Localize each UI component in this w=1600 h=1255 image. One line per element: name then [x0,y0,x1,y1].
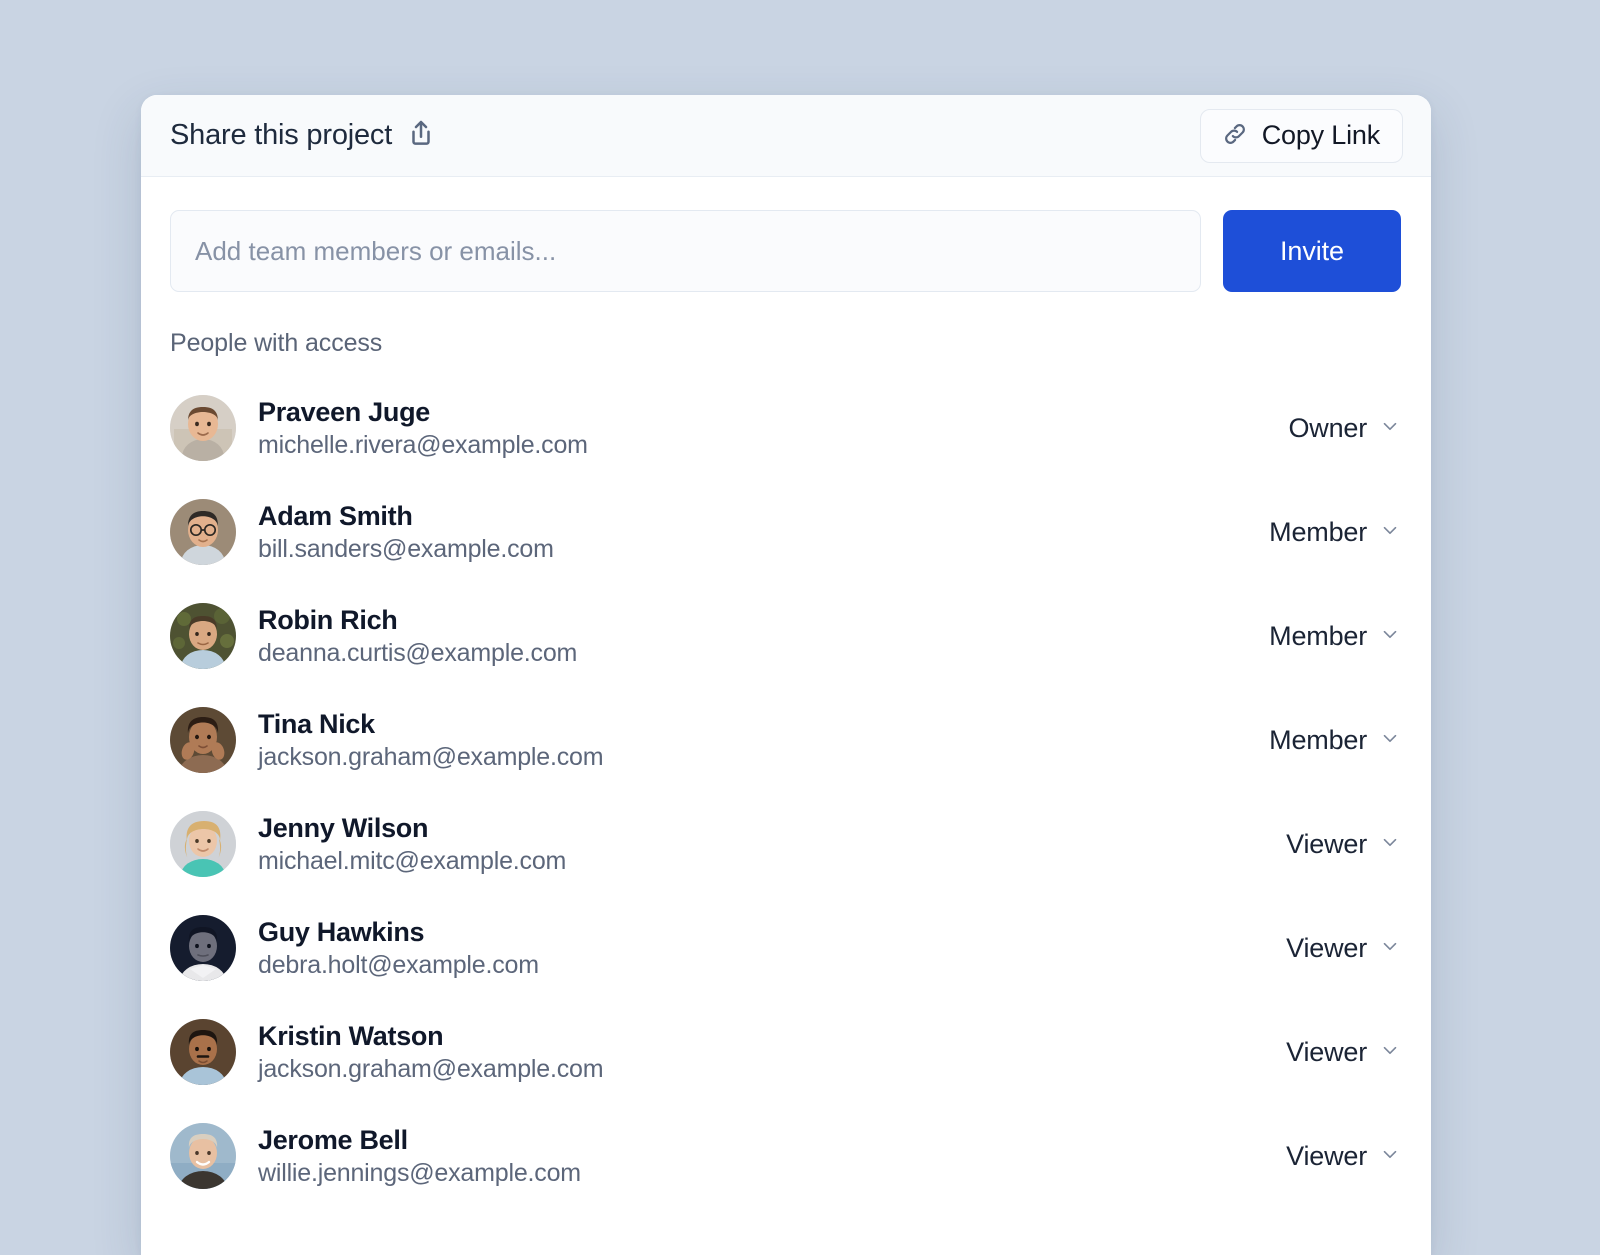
person-info: Robin Rich deanna.curtis@example.com [258,605,577,668]
role-label: Viewer [1286,933,1367,964]
role-label: Member [1269,725,1367,756]
chevron-down-icon [1379,519,1401,546]
role-label: Viewer [1286,1037,1367,1068]
person-name: Adam Smith [258,501,554,532]
person-name: Robin Rich [258,605,577,636]
person-email: willie.jennings@example.com [258,1159,581,1188]
role-label: Member [1269,517,1367,548]
person-email: michelle.rivera@example.com [258,431,588,460]
table-row[interactable]: Kristin Watson jackson.graham@example.co… [141,1000,1431,1104]
header-left-group: Share this project [170,118,436,153]
role-dropdown[interactable]: Member [1269,725,1401,756]
person-name: Jerome Bell [258,1125,581,1156]
chevron-down-icon [1379,623,1401,650]
avatar [170,915,236,981]
avatar [170,499,236,565]
person-info: Guy Hawkins debra.holt@example.com [258,917,539,980]
invite-email-input[interactable] [170,210,1201,292]
avatar [170,707,236,773]
table-row[interactable]: Adam Smith bill.sanders@example.com Memb… [141,480,1431,584]
avatar [170,603,236,669]
role-dropdown[interactable]: Viewer [1286,933,1401,964]
person-info: Kristin Watson jackson.graham@example.co… [258,1021,603,1084]
person-email: jackson.graham@example.com [258,743,603,772]
chevron-down-icon [1379,1039,1401,1066]
table-row[interactable]: Robin Rich deanna.curtis@example.com Mem… [141,584,1431,688]
person-info: Jenny Wilson michael.mitc@example.com [258,813,566,876]
copy-link-button[interactable]: Copy Link [1200,109,1403,163]
person-info: Tina Nick jackson.graham@example.com [258,709,603,772]
copy-link-label: Copy Link [1262,120,1380,151]
person-name: Praveen Juge [258,397,588,428]
role-dropdown[interactable]: Member [1269,621,1401,652]
invite-row: Invite [141,177,1431,292]
table-row[interactable]: Praveen Juge michelle.rivera@example.com… [141,376,1431,480]
share-upload-icon [406,118,436,153]
chevron-down-icon [1379,727,1401,754]
chevron-down-icon [1379,935,1401,962]
person-name: Jenny Wilson [258,813,566,844]
chevron-down-icon [1379,1143,1401,1170]
person-name: Tina Nick [258,709,603,740]
role-label: Viewer [1286,829,1367,860]
avatar [170,1123,236,1189]
invite-button[interactable]: Invite [1223,210,1401,292]
page-title: Share this project [170,119,392,152]
role-dropdown[interactable]: Viewer [1286,829,1401,860]
person-info: Praveen Juge michelle.rivera@example.com [258,397,588,460]
people-with-access-label: People with access [141,292,1431,358]
table-row[interactable]: Jenny Wilson michael.mitc@example.com Vi… [141,792,1431,896]
table-row[interactable]: Tina Nick jackson.graham@example.com Mem… [141,688,1431,792]
role-dropdown[interactable]: Viewer [1286,1037,1401,1068]
role-dropdown[interactable]: Viewer [1286,1141,1401,1172]
person-name: Kristin Watson [258,1021,603,1052]
table-row[interactable]: Guy Hawkins debra.holt@example.com Viewe… [141,896,1431,1000]
person-info: Adam Smith bill.sanders@example.com [258,501,554,564]
chevron-down-icon [1379,831,1401,858]
person-email: debra.holt@example.com [258,951,539,980]
role-label: Viewer [1286,1141,1367,1172]
avatar [170,395,236,461]
chevron-down-icon [1379,415,1401,442]
person-name: Guy Hawkins [258,917,539,948]
person-email: jackson.graham@example.com [258,1055,603,1084]
person-email: deanna.curtis@example.com [258,639,577,668]
role-dropdown[interactable]: Member [1269,517,1401,548]
share-project-card: Share this project Copy Link Invite P [141,95,1431,1255]
person-email: michael.mitc@example.com [258,847,566,876]
role-dropdown[interactable]: Owner [1288,413,1401,444]
person-email: bill.sanders@example.com [258,535,554,564]
table-row[interactable]: Jerome Bell willie.jennings@example.com … [141,1104,1431,1208]
people-list: Praveen Juge michelle.rivera@example.com… [141,358,1431,1208]
link-chain-icon [1221,120,1249,151]
person-info: Jerome Bell willie.jennings@example.com [258,1125,581,1188]
avatar [170,1019,236,1085]
role-label: Owner [1288,413,1367,444]
card-header: Share this project Copy Link [141,95,1431,177]
role-label: Member [1269,621,1367,652]
avatar [170,811,236,877]
